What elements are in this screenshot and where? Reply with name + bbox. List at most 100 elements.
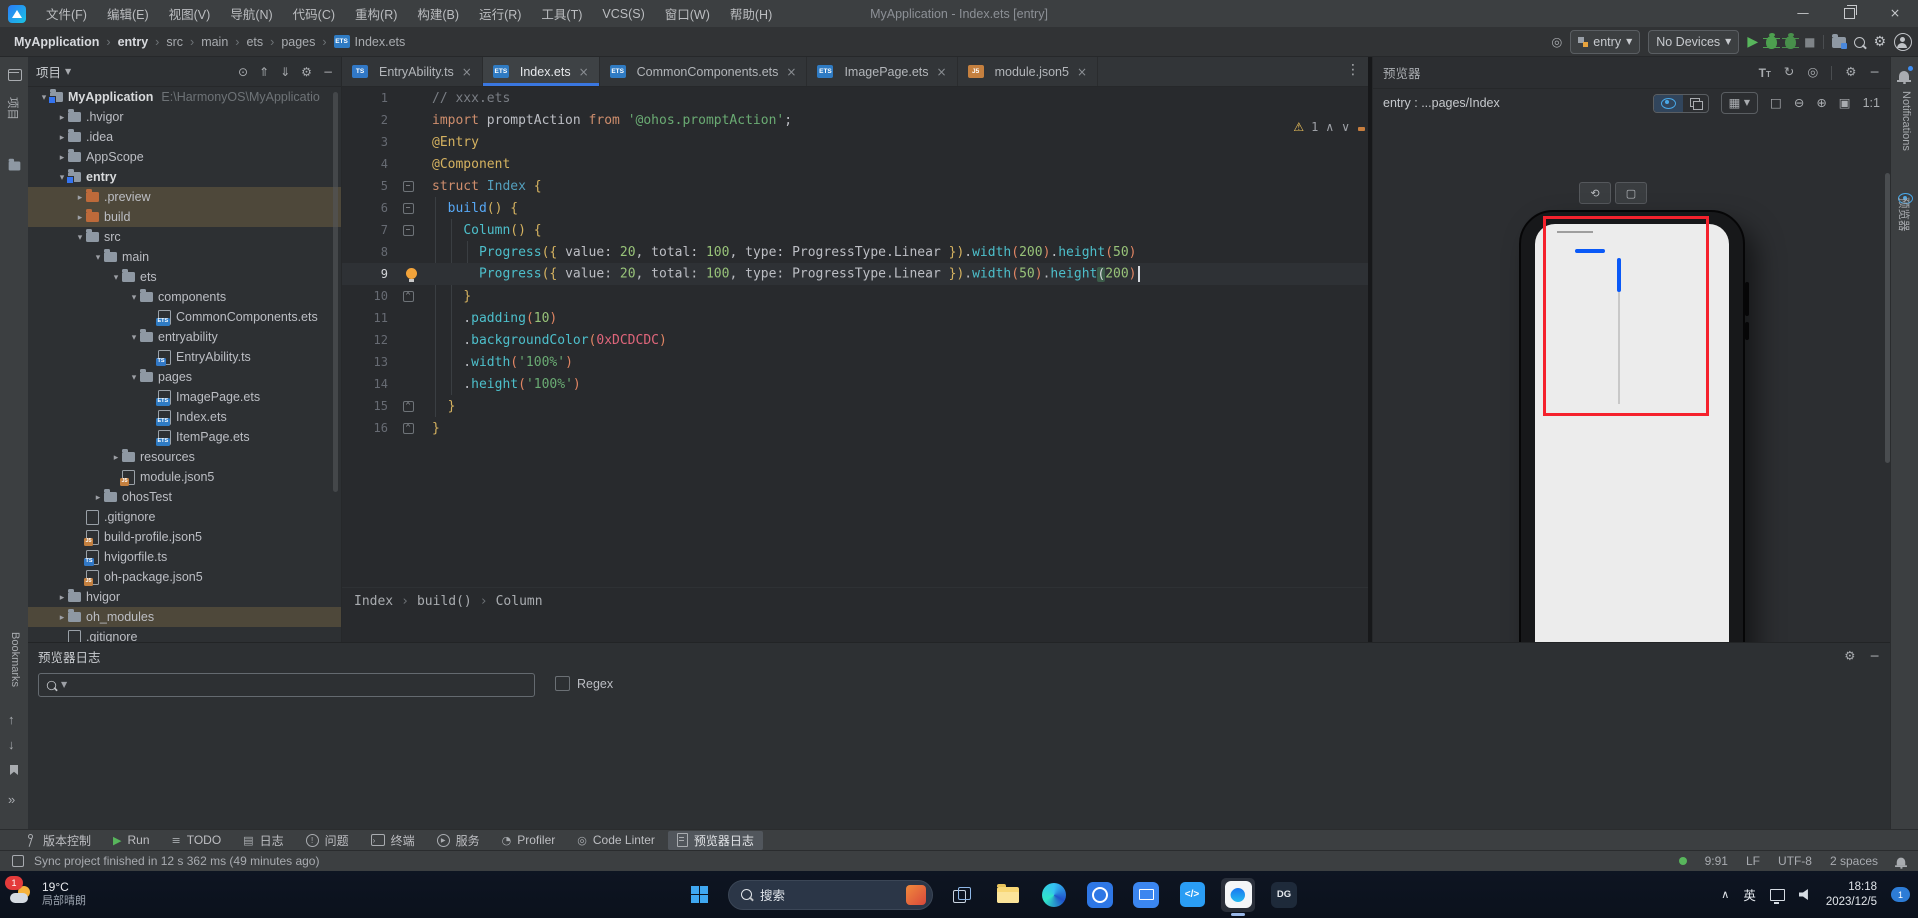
toolwindow-Run[interactable]: ▶ Run bbox=[104, 831, 158, 850]
code-line[interactable]: 11 .padding(10) bbox=[342, 307, 1368, 329]
fold-marker-icon[interactable]: − bbox=[400, 202, 416, 214]
project-tool-icon[interactable] bbox=[8, 69, 22, 81]
tree-item-hvigor[interactable]: ▸ hvigor bbox=[28, 587, 341, 607]
taskbar-app-vscode[interactable]: </> bbox=[1175, 878, 1209, 912]
line-number[interactable]: 8 bbox=[342, 245, 400, 259]
tree-item-ohosTest[interactable]: ▸ ohosTest bbox=[28, 487, 341, 507]
intention-bulb-icon[interactable] bbox=[406, 268, 417, 282]
zoom-in-icon[interactable]: ⊕ bbox=[1816, 96, 1826, 110]
log-settings-icon[interactable]: ⚙ bbox=[1844, 649, 1855, 663]
tree-chevron-icon[interactable]: ▸ bbox=[74, 192, 86, 203]
menu-item-R[interactable]: 运行(R) bbox=[469, 0, 531, 27]
tree-item-hvigorfile.ts[interactable]: TS hvigorfile.ts bbox=[28, 547, 341, 567]
menu-item-T[interactable]: 工具(T) bbox=[531, 0, 592, 27]
toolwindow-Profiler[interactable]: ◔ Profiler bbox=[493, 831, 565, 850]
fit-screen-icon[interactable]: ▣ bbox=[1839, 96, 1851, 110]
line-number[interactable]: 13 bbox=[342, 355, 400, 369]
tree-item-.hvigor[interactable]: ▸ .hvigor bbox=[28, 107, 341, 127]
code-line[interactable]: 10 ^ } bbox=[342, 285, 1368, 307]
taskbar-app-deveco[interactable] bbox=[1221, 877, 1255, 916]
tree-chevron-icon[interactable]: ▸ bbox=[92, 492, 104, 503]
debug-button[interactable] bbox=[1763, 32, 1781, 49]
tree-item-Index.ets[interactable]: ETS Index.ets bbox=[28, 407, 341, 427]
tree-item-src[interactable]: ▾ src bbox=[28, 227, 341, 247]
toolwindow-日志[interactable]: ▤ 日志 bbox=[234, 831, 292, 850]
menu-item-E[interactable]: 编辑(E) bbox=[97, 0, 159, 27]
expand-all-icon[interactable]: ⇑ bbox=[259, 66, 269, 78]
refresh-icon[interactable]: ↻ bbox=[1784, 66, 1794, 79]
hidden-icons-chevron[interactable]: ∧ bbox=[1721, 889, 1729, 900]
tree-chevron-icon[interactable]: ▾ bbox=[110, 272, 122, 283]
notifications-bell-icon[interactable] bbox=[1897, 71, 1911, 84]
tree-item-pages[interactable]: ▾ pages bbox=[28, 367, 341, 387]
code-line[interactable]: 12 .backgroundColor(0xDCDCDC) bbox=[342, 329, 1368, 351]
run-button[interactable]: ▶ bbox=[1747, 35, 1758, 49]
close-tab-icon[interactable]: × bbox=[786, 66, 796, 78]
taskbar-app-dg[interactable]: DG bbox=[1267, 878, 1301, 912]
device-target-icon[interactable]: ◎ bbox=[1551, 35, 1562, 49]
close-tab-icon[interactable]: × bbox=[462, 66, 472, 78]
tab-CommonComponents.ets[interactable]: ETS CommonComponents.ets × bbox=[600, 57, 808, 86]
tree-item-main[interactable]: ▾ main bbox=[28, 247, 341, 267]
tree-item-entryability[interactable]: ▾ entryability bbox=[28, 327, 341, 347]
close-tab-icon[interactable]: × bbox=[1077, 66, 1087, 78]
search-everywhere-button[interactable] bbox=[1854, 36, 1866, 48]
menu-item-H[interactable]: 帮助(H) bbox=[720, 0, 782, 27]
tree-item-entry[interactable]: ▾ entry bbox=[28, 167, 341, 187]
tree-item-.gitignore[interactable]: .gitignore bbox=[28, 507, 341, 527]
tree-chevron-icon[interactable]: ▾ bbox=[128, 292, 140, 303]
bookmark-icon[interactable] bbox=[10, 765, 18, 775]
tree-item-resources[interactable]: ▸ resources bbox=[28, 447, 341, 467]
tree-item-.preview[interactable]: ▸ .preview bbox=[28, 187, 341, 207]
folder-strip-icon[interactable] bbox=[8, 158, 21, 171]
project-strip-tab[interactable]: 项目 bbox=[5, 97, 21, 120]
taskbar-clock[interactable]: 18:18 2023/12/5 bbox=[1826, 880, 1877, 910]
next-warning-icon[interactable]: ∨ bbox=[1341, 121, 1350, 133]
line-number[interactable]: 15 bbox=[342, 399, 400, 413]
project-scrollbar[interactable] bbox=[333, 92, 338, 492]
tree-item-AppScope[interactable]: ▸ AppScope bbox=[28, 147, 341, 167]
fold-marker-icon[interactable]: − bbox=[400, 224, 416, 236]
line-number[interactable]: 2 bbox=[342, 113, 400, 127]
code-line[interactable]: 15 ^ } bbox=[342, 395, 1368, 417]
code-line[interactable]: 13 .width('100%') bbox=[342, 351, 1368, 373]
tree-item-.gitignore[interactable]: .gitignore bbox=[28, 627, 341, 642]
line-number[interactable]: 9 bbox=[342, 267, 400, 281]
tree-chevron-icon[interactable]: ▸ bbox=[56, 592, 68, 603]
tree-chevron-icon[interactable]: ▸ bbox=[110, 452, 122, 463]
restore-button[interactable] bbox=[1826, 0, 1872, 27]
warning-stripe-mark[interactable] bbox=[1358, 127, 1365, 131]
hide-previewer-icon[interactable]: − bbox=[1870, 66, 1880, 79]
account-avatar[interactable] bbox=[1894, 33, 1912, 51]
fold-marker-icon[interactable]: ^ bbox=[400, 400, 416, 412]
caret-position[interactable]: 9:91 bbox=[1705, 854, 1728, 868]
taskbar-app-edge[interactable] bbox=[1037, 878, 1071, 912]
hide-panel-icon[interactable]: − bbox=[323, 66, 333, 78]
tab-EntryAbility.ts[interactable]: TS EntryAbility.ts × bbox=[342, 57, 483, 86]
menu-item-VCSS[interactable]: VCS(S) bbox=[592, 0, 654, 27]
toolwindow-问题[interactable]: ! 问题 bbox=[297, 831, 358, 850]
taskbar-app-app-blue-1[interactable] bbox=[1083, 878, 1117, 912]
tool-window-toggle-icon[interactable] bbox=[12, 855, 24, 867]
code-line[interactable]: 3 @Entry bbox=[342, 131, 1368, 153]
menu-item-V[interactable]: 视图(V) bbox=[159, 0, 221, 27]
rotate-device-button[interactable]: ⟲ bbox=[1579, 182, 1611, 204]
menu-item-R[interactable]: 重构(R) bbox=[345, 0, 407, 27]
fold-marker-icon[interactable]: ^ bbox=[400, 290, 416, 302]
start-button[interactable] bbox=[682, 878, 716, 912]
tree-item-build-profile.json5[interactable]: J5 build-profile.json5 bbox=[28, 527, 341, 547]
code-editor[interactable]: 1 // xxx.ets 2 import promptAction from '@o… bbox=[342, 87, 1368, 615]
tab-ImagePage.ets[interactable]: ETS ImagePage.ets × bbox=[807, 57, 958, 86]
toolwindow-服务[interactable]: ▶ 服务 bbox=[428, 831, 489, 850]
editor-breadcrumb-item[interactable]: Column bbox=[496, 594, 543, 609]
breadcrumb-item[interactable]: MyApplication bbox=[14, 35, 99, 49]
close-button[interactable]: × bbox=[1872, 0, 1918, 27]
tree-chevron-icon[interactable]: ▾ bbox=[92, 252, 104, 263]
line-number[interactable]: 14 bbox=[342, 377, 400, 391]
frame-select-icon[interactable]: □ bbox=[1770, 96, 1782, 110]
menu-item-B[interactable]: 构建(B) bbox=[407, 0, 469, 27]
project-header-title[interactable]: 项目 bbox=[36, 62, 61, 81]
toolwindow-预览器日志[interactable]: 预览器日志 bbox=[667, 830, 763, 850]
line-number[interactable]: 5 bbox=[342, 179, 400, 193]
line-number[interactable]: 1 bbox=[342, 91, 400, 105]
